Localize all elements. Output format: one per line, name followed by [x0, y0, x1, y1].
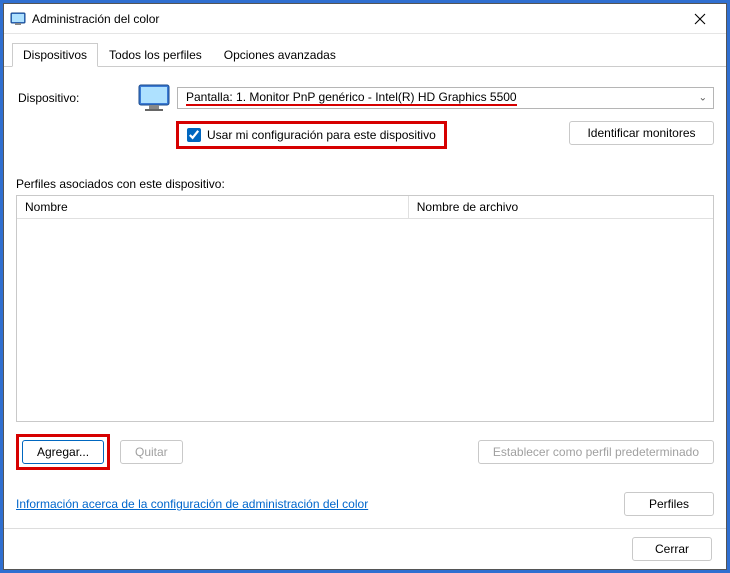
- color-management-info-link[interactable]: Información acerca de la configuración d…: [16, 497, 368, 511]
- device-row: Dispositivo: Pantalla: 1. Monitor PnP ge…: [16, 83, 714, 113]
- monitor-icon: [137, 83, 171, 113]
- close-dialog-button[interactable]: Cerrar: [632, 537, 712, 561]
- tab-all-profiles[interactable]: Todos los perfiles: [98, 43, 213, 67]
- add-button-highlight: Agregar...: [16, 434, 110, 470]
- divider: [4, 528, 726, 529]
- tab-strip: Dispositivos Todos los perfiles Opciones…: [4, 34, 726, 67]
- profiles-button[interactable]: Perfiles: [624, 492, 714, 516]
- tab-devices[interactable]: Dispositivos: [12, 43, 98, 67]
- use-settings-checkbox[interactable]: [187, 128, 201, 142]
- dialog-footer: Cerrar: [16, 537, 714, 561]
- close-button[interactable]: [680, 4, 720, 34]
- use-settings-highlight: Usar mi configuración para este disposit…: [176, 121, 447, 149]
- identify-monitors-button[interactable]: Identificar monitores: [569, 121, 714, 145]
- profile-list[interactable]: Nombre Nombre de archivo: [16, 195, 714, 422]
- add-button[interactable]: Agregar...: [22, 440, 104, 464]
- device-label: Dispositivo:: [16, 91, 131, 105]
- titlebar: Administración del color: [4, 4, 726, 34]
- profile-list-header: Nombre Nombre de archivo: [17, 196, 713, 219]
- col-header-name[interactable]: Nombre: [17, 196, 409, 218]
- profiles-section-label: Perfiles asociados con este dispositivo:: [16, 177, 714, 191]
- use-settings-row: Usar mi configuración para este disposit…: [16, 121, 714, 149]
- set-default-button: Establecer como perfil predeterminado: [478, 440, 714, 464]
- window-title: Administración del color: [32, 12, 680, 26]
- use-settings-label: Usar mi configuración para este disposit…: [207, 128, 436, 142]
- color-management-window: Administración del color Dispositivos To…: [3, 3, 727, 570]
- chevron-down-icon: ⌄: [699, 93, 707, 104]
- footer-links-row: Información acerca de la configuración d…: [16, 492, 714, 516]
- profile-buttons-row: Agregar... Quitar Establecer como perfil…: [16, 434, 714, 470]
- remove-button: Quitar: [120, 440, 183, 464]
- device-select[interactable]: Pantalla: 1. Monitor PnP genérico - Inte…: [177, 87, 714, 109]
- device-selected-text: Pantalla: 1. Monitor PnP genérico - Inte…: [186, 90, 517, 106]
- tab-content: Dispositivo: Pantalla: 1. Monitor PnP ge…: [4, 67, 726, 569]
- app-icon: [10, 11, 26, 27]
- tab-advanced[interactable]: Opciones avanzadas: [213, 43, 347, 67]
- col-header-file[interactable]: Nombre de archivo: [409, 196, 713, 218]
